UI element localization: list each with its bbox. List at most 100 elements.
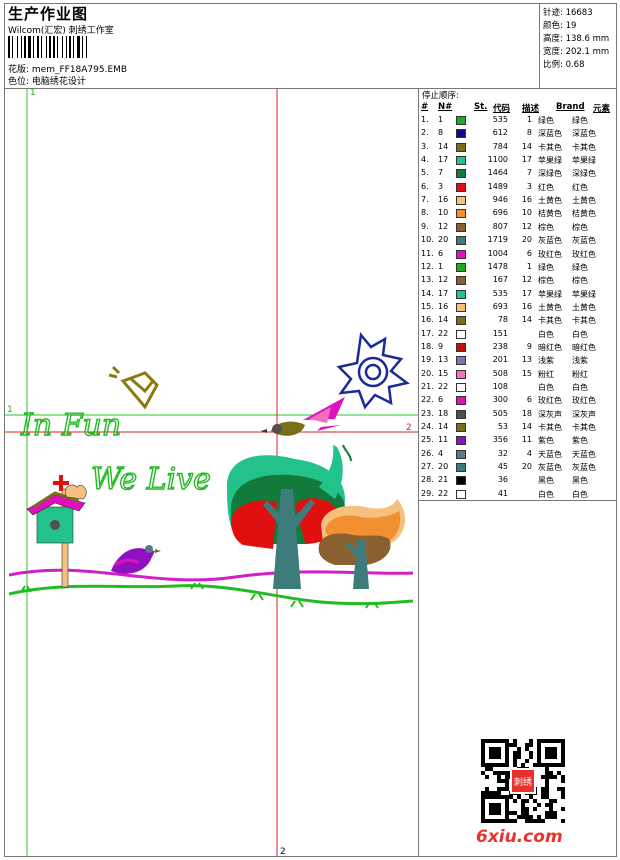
- color-swatch: [456, 423, 466, 433]
- row-index: 26.: [421, 448, 434, 458]
- row-index: 3.: [421, 141, 429, 151]
- row-desc: 土黄色: [538, 196, 562, 206]
- row-index: 25.: [421, 435, 434, 445]
- row-brand: 深灰声: [572, 409, 596, 419]
- axis-label-bottom: 2: [280, 847, 286, 857]
- table-row: 23. 18 505 18 深灰声 深灰声: [420, 409, 616, 422]
- row-desc: 绿色: [538, 262, 554, 272]
- row-code: 14: [521, 315, 532, 325]
- row-code: 16: [521, 301, 532, 311]
- table-row: 18. 9 238 9 暗红色 暗红色: [420, 342, 616, 355]
- color-swatch: [456, 436, 466, 446]
- guide-lines: [5, 89, 418, 856]
- color-swatch: [456, 209, 466, 219]
- row-stitches: 696: [492, 208, 508, 218]
- row-brand: 紫色: [572, 436, 588, 446]
- row-desc: 粉红: [538, 369, 554, 379]
- row-index: 8.: [421, 208, 429, 218]
- color-swatch: [456, 489, 466, 499]
- row-stitches: 167: [492, 275, 508, 285]
- row-desc: 卡其色: [538, 423, 562, 433]
- row-stitches: 78: [497, 315, 508, 325]
- row-code: 12: [521, 275, 532, 285]
- table-row: 6. 3 1489 3 红色 红色: [420, 182, 616, 195]
- row-index: 5.: [421, 168, 429, 178]
- row-code: 8: [526, 128, 532, 138]
- row-desc: 浅紫: [538, 356, 554, 366]
- row-stitches: 45: [497, 462, 508, 472]
- row-brand: 土黄色: [572, 196, 596, 206]
- row-brand: 白色: [572, 383, 588, 392]
- color-swatch: [456, 356, 466, 366]
- row-index: 23.: [421, 408, 434, 418]
- row-brand: 土黄色: [572, 302, 596, 312]
- stat-width: 宽度: 202.1 mm: [543, 47, 610, 57]
- row-desc: 玫红色: [538, 396, 562, 406]
- row-stitches: 1004: [487, 248, 508, 258]
- row-index: 27.: [421, 462, 434, 472]
- row-brand: 玫红色: [572, 396, 596, 406]
- color-swatch: [456, 129, 466, 139]
- row-code: 20: [521, 235, 532, 245]
- row-desc: 灰蓝色: [538, 236, 562, 246]
- table-row: 22. 6 300 6 玫红色 玫红色: [420, 395, 616, 408]
- color-swatch: [456, 329, 466, 339]
- color-swatch: [456, 196, 466, 206]
- row-brand: 苹果绿: [572, 289, 596, 299]
- row-stitches: 238: [492, 341, 508, 351]
- color-swatch: [456, 262, 466, 272]
- table-row: 28. 21 36 黑色 黑色: [420, 475, 616, 488]
- row-code: 1: [526, 261, 532, 271]
- row-needle: 14: [438, 141, 449, 151]
- table-row: 2. 8 612 8 深蓝色 深蓝色: [420, 128, 616, 141]
- color-swatch: [456, 476, 466, 486]
- row-stitches: 41: [497, 488, 508, 498]
- row-needle: 14: [438, 422, 449, 432]
- row-desc: 卡其色: [538, 316, 562, 326]
- row-stitches: 300: [492, 395, 508, 405]
- col-header-n: N#: [438, 102, 453, 112]
- row-brand: 浅紫: [572, 356, 588, 366]
- row-code: 18: [521, 408, 532, 418]
- col-header-desc: 描述: [522, 104, 540, 114]
- row-desc: 苹果绿: [538, 289, 562, 299]
- table-row: 20. 15 508 15 粉红 粉红: [420, 369, 616, 382]
- row-desc: 紫色: [538, 436, 554, 446]
- row-needle: 22: [438, 382, 449, 391]
- design-canvas: In Fun We Live: [5, 89, 418, 856]
- row-code: 16: [521, 195, 532, 205]
- row-brand: 粉红: [572, 369, 588, 379]
- col-header-element: 元素: [593, 104, 611, 114]
- color-swatch: [456, 463, 466, 473]
- row-needle: 21: [438, 475, 449, 485]
- row-stitches: 1478: [487, 261, 508, 271]
- row-needle: 20: [438, 462, 449, 472]
- row-stitches: 1489: [487, 181, 508, 191]
- row-desc: 灰蓝色: [538, 463, 562, 473]
- color-swatch: [456, 302, 466, 312]
- row-brand: 红色: [572, 182, 588, 192]
- row-code: 15: [521, 368, 532, 378]
- row-code: 17: [521, 155, 532, 165]
- row-brand: 白色: [572, 489, 588, 499]
- row-needle: 18: [438, 408, 449, 418]
- stop-sequence-title: 停止顺序:: [422, 91, 459, 101]
- axis-label-left-mid: 1: [7, 405, 13, 415]
- row-code: 14: [521, 422, 532, 432]
- stat-height: 高度: 138.6 mm: [543, 34, 610, 44]
- row-desc: 白色: [538, 383, 554, 392]
- row-code: 20: [521, 462, 532, 472]
- stat-stitches: 针迹: 16683: [543, 8, 593, 18]
- table-row: 4. 17 1100 17 苹果绿 苹果绿: [420, 155, 616, 168]
- row-needle: 16: [438, 195, 449, 205]
- row-needle: 6: [438, 248, 444, 258]
- qr-code: 刺绣: [481, 739, 565, 823]
- row-index: 21.: [421, 382, 434, 391]
- row-desc: 白色: [538, 329, 554, 339]
- row-index: 16.: [421, 315, 434, 325]
- row-code: 1: [526, 115, 532, 124]
- company-name: Wilcom(汇宏) 刺绣工作室: [8, 26, 114, 36]
- color-swatch: [456, 249, 466, 259]
- table-row: 3. 14 784 14 卡其色 卡其色: [420, 142, 616, 155]
- color-swatch: [456, 276, 466, 286]
